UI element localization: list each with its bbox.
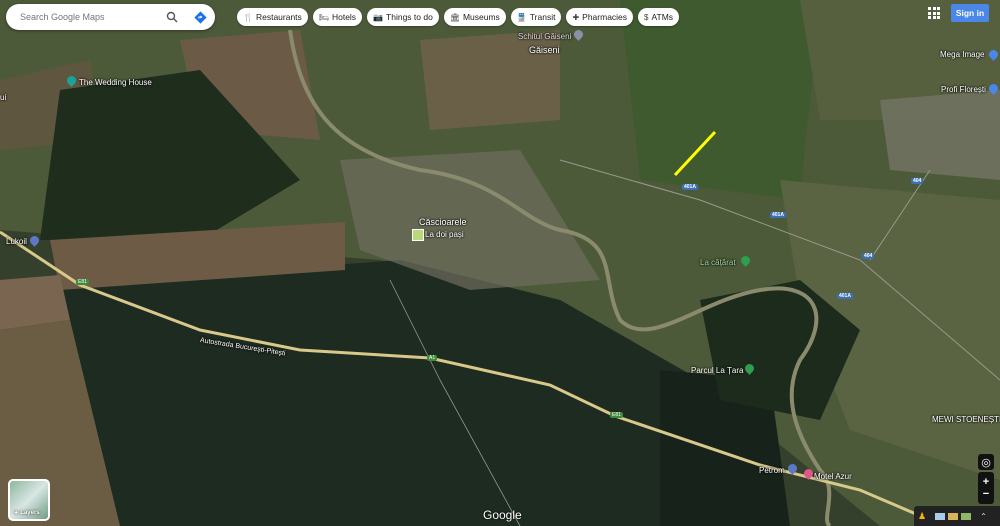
category-chips: 🍴 Restaurants 🛏 Hotels 📷 Things to do 🏛 Muse… — [237, 8, 680, 26]
road-shield-a1: A1 — [427, 355, 438, 361]
place-label-la-doi-pasi[interactable]: La doi pași — [425, 230, 464, 239]
place-label-la-catarat[interactable]: La cățărat — [700, 258, 736, 267]
chip-transit[interactable]: 🚆 Transit — [510, 8, 562, 26]
museum-icon: 🏛 — [449, 12, 460, 22]
apps-grid-icon[interactable] — [928, 7, 940, 19]
place-label-motel-azur[interactable]: Motel Azur — [814, 472, 852, 481]
road-shield-e81: E81 — [76, 279, 89, 285]
atm-icon: $ — [644, 12, 649, 22]
pegman-icon[interactable]: ♟ — [918, 511, 926, 522]
road-shield-e81: E81 — [610, 412, 623, 418]
place-label-mewi[interactable]: MEWI STOENEȘTI — [932, 415, 1000, 424]
bed-icon: 🛏 — [318, 12, 329, 22]
road-shield-404: 404 — [911, 178, 924, 184]
search-input[interactable] — [18, 11, 162, 23]
place-label-mega-image[interactable]: Mega Image — [940, 50, 984, 59]
camera-icon: 📷 — [373, 12, 384, 22]
chip-label: Transit — [529, 12, 556, 22]
sign-in-button[interactable]: Sign in — [951, 4, 989, 22]
chip-label: Things to do — [386, 12, 433, 22]
road-shield-401a: 401A — [837, 293, 853, 299]
location-target-icon: ◎ — [981, 456, 991, 469]
zoom-in-button[interactable]: + — [983, 476, 989, 488]
layers-button[interactable]: ◈ Layers — [8, 479, 50, 521]
place-label-lukoil[interactable]: Lukoil — [6, 237, 27, 246]
expand-icon[interactable]: ⌃ — [980, 512, 987, 521]
chip-things-to-do[interactable]: 📷 Things to do — [367, 8, 439, 26]
map-bottom-bar: ♟ ⌃ — [914, 506, 1000, 526]
place-label-profi[interactable]: Profi Florești — [941, 85, 986, 94]
directions-icon[interactable] — [192, 9, 208, 25]
place-label-parcul-la-tara[interactable]: Parcul La Țara — [691, 366, 743, 375]
road-shield-404: 404 — [862, 253, 875, 259]
chip-label: Pharmacies — [582, 12, 628, 22]
chip-pharmacies[interactable]: ✚ Pharmacies — [566, 8, 634, 26]
place-label-gaiseni[interactable]: Găiseni — [529, 45, 560, 55]
road-shield-401a: 401A — [682, 184, 698, 190]
place-label-petrom[interactable]: Petrom — [759, 466, 785, 475]
place-label-wedding-house[interactable]: The Wedding House — [79, 78, 152, 87]
chip-label: Hotels — [331, 12, 357, 22]
place-label-schitul[interactable]: Schitul Găiseni — [518, 32, 571, 41]
pharmacy-icon: ✚ — [572, 12, 580, 22]
chip-label: Restaurants — [255, 12, 302, 22]
train-icon: 🚆 — [516, 12, 527, 22]
layers-label: ◈ Layers — [14, 510, 40, 516]
chip-museums[interactable]: 🏛 Museums — [443, 8, 506, 26]
terrain-thumbnail[interactable] — [948, 512, 959, 520]
road-shield-401a: 401A — [770, 212, 786, 218]
chip-restaurants[interactable]: 🍴 Restaurants — [237, 8, 308, 26]
satellite-thumbnail[interactable] — [961, 512, 972, 520]
map-thumbnail[interactable] — [935, 512, 946, 520]
search-box[interactable] — [6, 4, 215, 30]
chip-label: ATMs — [651, 12, 674, 22]
my-location-button[interactable]: ◎ — [978, 454, 994, 470]
chip-atms[interactable]: $ ATMs — [638, 8, 680, 26]
google-logo: Google — [483, 508, 522, 522]
search-icon[interactable] — [164, 9, 180, 25]
zoom-out-button[interactable]: − — [983, 488, 989, 500]
park-icon[interactable] — [412, 229, 424, 241]
place-label-partial: ui — [0, 93, 7, 102]
chip-label: Museums — [462, 12, 500, 22]
fork-knife-icon: 🍴 — [243, 12, 253, 22]
zoom-controls: + − — [978, 472, 994, 504]
chip-hotels[interactable]: 🛏 Hotels — [312, 8, 363, 26]
place-label-cascioarele[interactable]: Căscioarele — [419, 217, 467, 227]
